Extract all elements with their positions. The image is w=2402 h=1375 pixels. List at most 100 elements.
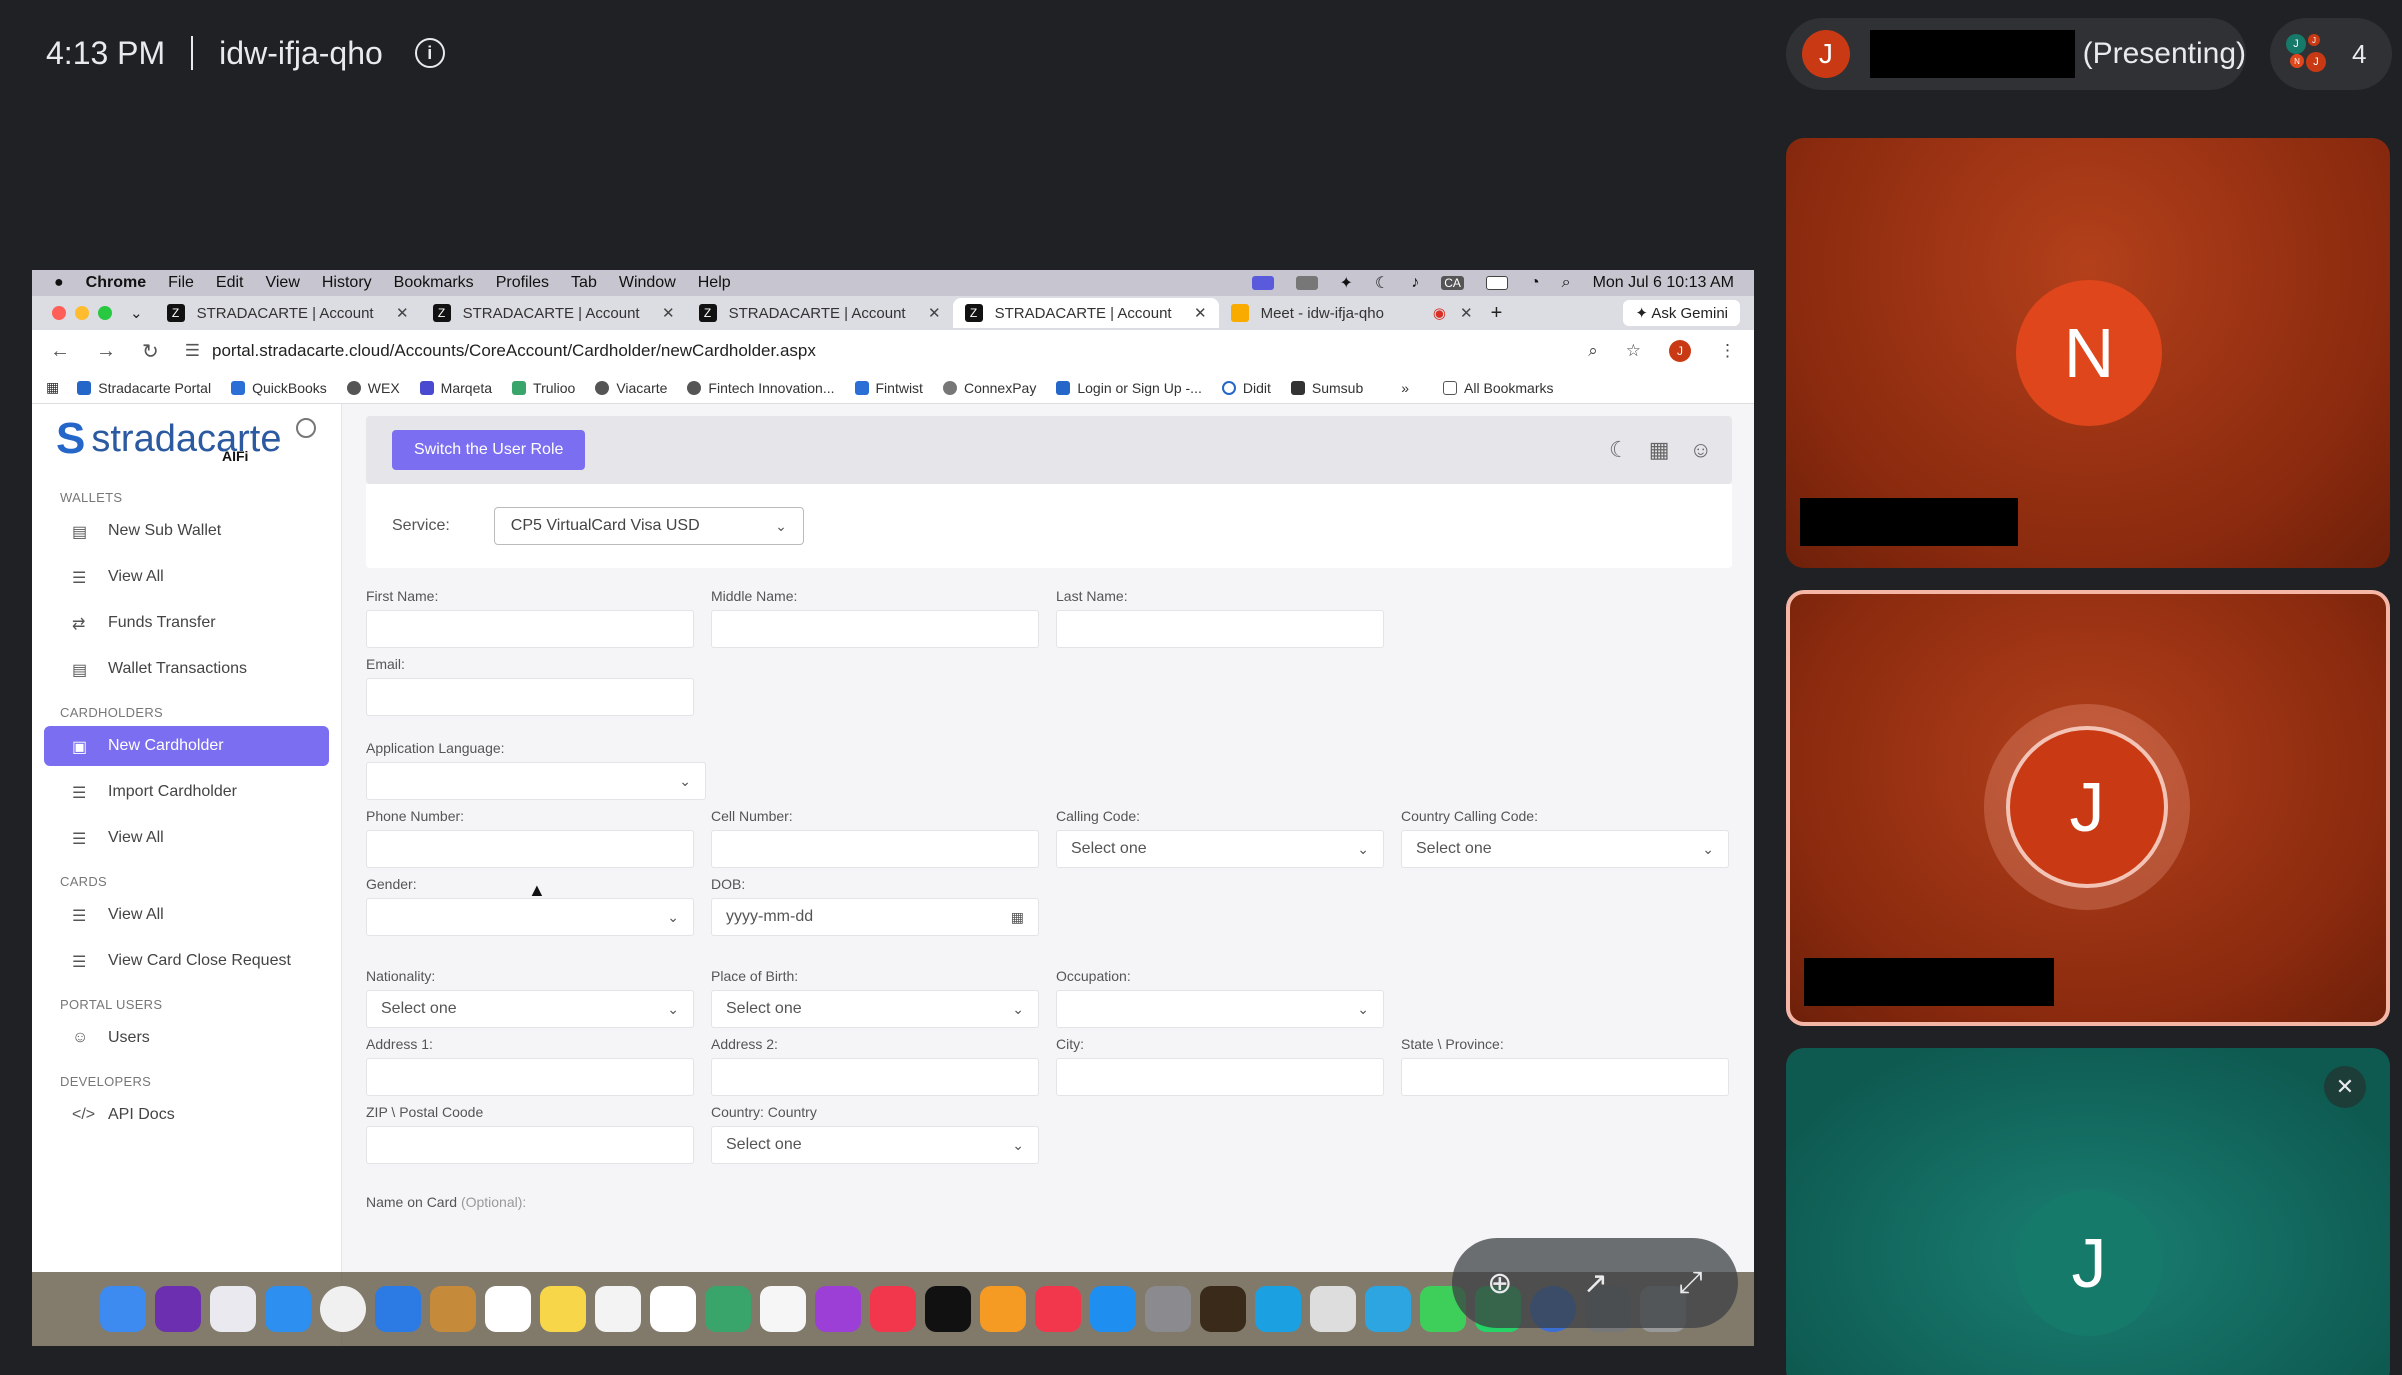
menu-help[interactable]: Help [698,274,731,292]
application-language-select[interactable]: ⌄ [366,762,706,800]
tab-search-chevron-icon[interactable]: ⌄ [130,304,143,322]
sidebar-item-view-all-cards[interactable]: ☰ View All [44,895,329,935]
menu-edit[interactable]: Edit [216,274,244,292]
bookmark-item[interactable]: WEX [346,380,400,396]
bookmark-item[interactable]: Viacarte [595,380,667,396]
city-input[interactable] [1056,1058,1384,1096]
menu-file[interactable]: File [168,274,194,292]
bookmark-item[interactable]: Login or Sign Up -... [1056,380,1202,396]
fullscreen-icon[interactable]: ⤢ [1679,1266,1703,1300]
mail-icon[interactable] [375,1286,421,1332]
safari-icon[interactable] [265,1286,311,1332]
telegram-icon[interactable] [1365,1286,1411,1332]
forward-icon[interactable]: → [96,340,116,363]
switch-user-role-button[interactable]: Switch the User Role [392,430,586,470]
calendar-icon[interactable]: ▦ [1011,909,1024,926]
more-menu-icon[interactable]: ⋮ [1719,341,1736,361]
browser-tab[interactable]: Z STRADACARTE | Account ✕ [155,298,421,328]
search-icon[interactable]: ⌕ [1562,274,1571,292]
bookmark-item[interactable]: QuickBooks [231,380,327,396]
zip-input[interactable] [366,1126,694,1164]
bookmark-item[interactable]: ConnexPay [942,380,1036,396]
sidebar-item-api-docs[interactable]: </> API Docs [44,1095,329,1135]
sidebar-item-funds-transfer[interactable]: ⇄ Funds Transfer [44,603,329,643]
collapse-sidebar-icon[interactable] [296,418,316,438]
browser-tab[interactable]: Z STRADACARTE | Account ✕ [421,298,687,328]
address2-input[interactable] [711,1058,1039,1096]
wifi-icon[interactable]: ◔ [1530,274,1540,292]
profile-avatar[interactable]: J [1669,340,1691,362]
moon-icon[interactable]: ☾ [1375,273,1389,293]
bookmark-item[interactable]: Didit [1221,380,1271,396]
bookmark-item[interactable]: Trulioo [512,380,575,396]
tv-icon[interactable] [925,1286,971,1332]
freeform-icon[interactable] [595,1286,641,1332]
cell-number-input[interactable] [711,830,1039,868]
bookmark-item[interactable]: Sumsub [1290,380,1363,396]
launchpad-icon[interactable] [210,1286,256,1332]
state-input[interactable] [1401,1058,1729,1096]
place-of-birth-select[interactable]: Select one ⌄ [711,990,1039,1028]
participants-button[interactable]: J J N J 4 [2270,18,2392,90]
siri-icon[interactable] [155,1286,201,1332]
country-select[interactable]: Select one ⌄ [711,1126,1039,1164]
occupation-select[interactable]: ⌄ [1056,990,1384,1028]
address1-input[interactable] [366,1058,694,1096]
apple-icon[interactable]: ● [54,274,64,292]
testflight-icon[interactable] [1255,1286,1301,1332]
user-profile-icon[interactable]: ☺ [1690,437,1712,463]
close-tab-icon[interactable]: ✕ [1460,304,1473,322]
participant-tile[interactable]: ✕ J [1786,1048,2390,1375]
email-input[interactable] [366,678,694,716]
volume-icon[interactable]: ♪ [1411,274,1419,292]
first-name-input[interactable] [366,610,694,648]
podcasts-icon[interactable] [815,1286,861,1332]
apps-grid-icon[interactable]: ▦ [46,379,59,396]
apps-grid-icon[interactable]: ▦ [1649,437,1670,463]
sidebar-item-wallet-transactions[interactable]: ▤ Wallet Transactions [44,649,329,689]
maximize-window-icon[interactable] [98,306,112,320]
bookmark-item[interactable]: Fintech Innovation... [687,380,835,396]
chrome-icon[interactable] [320,1286,366,1332]
sidebar-item-view-card-close-request[interactable]: ☰ View Card Close Request [44,941,329,981]
system-settings-icon[interactable] [1145,1286,1191,1332]
browser-tab-meet[interactable]: Meet - idw-ifja-qho ◉ ✕ [1219,298,1485,328]
service-select[interactable]: CP5 VirtualCard Visa USD ⌄ [493,507,804,545]
participant-tile-speaking[interactable]: J [1786,590,2390,1026]
url-field[interactable]: portal.stradacarte.cloud/Accounts/CoreAc… [212,341,816,361]
menu-profiles[interactable]: Profiles [496,274,549,292]
nationality-select[interactable]: Select one ⌄ [366,990,694,1028]
calendar-icon[interactable] [485,1286,531,1332]
sidebar-item-new-sub-wallet[interactable]: ▤ New Sub Wallet [44,511,329,551]
battery-icon[interactable] [1485,276,1508,290]
menu-view[interactable]: View [265,274,299,292]
bookmark-item[interactable]: Marqeta [419,380,492,396]
bookmark-star-icon[interactable]: ☆ [1626,341,1641,361]
back-icon[interactable]: ← [50,340,70,363]
books-icon[interactable] [980,1286,1026,1332]
reminders-icon[interactable] [650,1286,696,1332]
zoom-icon[interactable]: ⌕ [1588,341,1598,361]
menu-tab[interactable]: Tab [571,274,597,292]
calling-code-select[interactable]: Select one ⌄ [1056,830,1384,868]
input-source-icon[interactable]: CA [1441,276,1464,290]
photos-icon[interactable] [760,1286,806,1332]
menu-window[interactable]: Window [619,274,676,292]
notes-icon[interactable] [540,1286,586,1332]
menu-app-name[interactable]: Chrome [86,274,146,292]
close-tab-icon[interactable]: ✕ [662,304,675,322]
status-icon[interactable] [1295,276,1318,290]
browser-tab-active[interactable]: Z STRADACARTE | Account ✕ [952,298,1219,328]
sidebar-item-view-all-cardholders[interactable]: ☰ View All [44,818,329,858]
gender-select[interactable]: ⌄ [366,898,694,936]
middle-name-input[interactable] [711,610,1039,648]
screen-share-icon[interactable] [1251,276,1274,290]
presenting-chip[interactable]: J (Presenting) [1786,18,2246,90]
close-tab-icon[interactable]: ✕ [928,304,941,322]
sidebar-item-new-cardholder[interactable]: ▣ New Cardholder [44,726,329,766]
more-bookmarks-icon[interactable]: » [1401,380,1409,396]
contacts-icon[interactable] [430,1286,476,1332]
info-icon[interactable]: i [414,38,445,68]
bookmark-item[interactable]: Stradacarte Portal [77,380,211,396]
close-tab-icon[interactable]: ✕ [396,304,409,322]
